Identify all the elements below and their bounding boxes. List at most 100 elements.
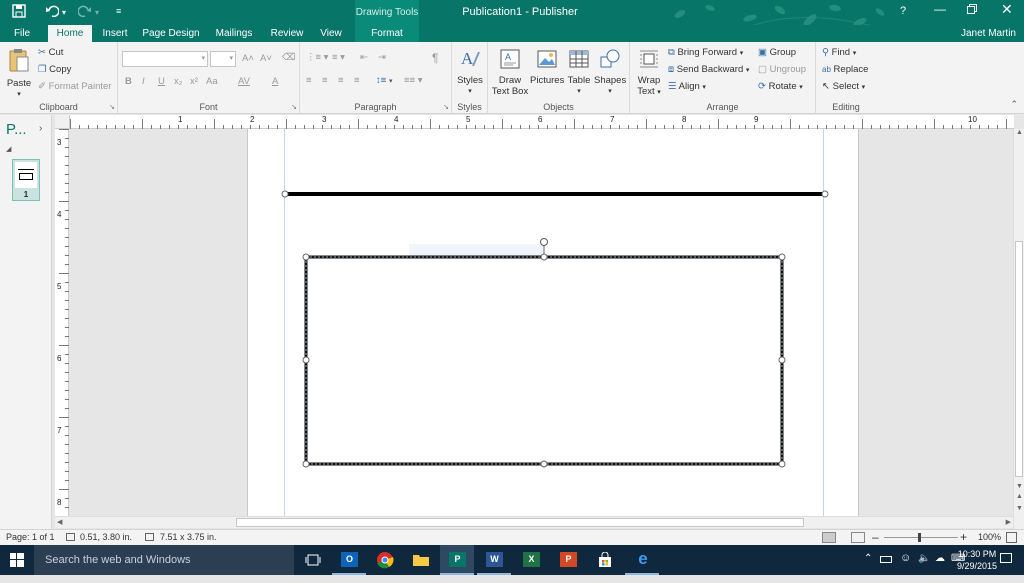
vertical-ruler[interactable]: 3 4 5 6 7 8: [55, 129, 69, 517]
onedrive-icon[interactable]: ☁: [935, 553, 945, 583]
chevron-down-icon[interactable]: ▾: [702, 84, 706, 91]
align-button[interactable]: ☰ Align ▾: [668, 81, 706, 92]
resize-handle-right[interactable]: [778, 356, 786, 364]
volume-icon[interactable]: 🔈: [918, 553, 930, 583]
line-handle-start[interactable]: [281, 190, 289, 198]
page-thumbnail[interactable]: 1: [12, 159, 40, 201]
draw-text-box-button[interactable]: A Draw Text Box: [491, 48, 529, 97]
start-button[interactable]: [0, 545, 34, 575]
resize-handle-bottom-left[interactable]: [302, 460, 310, 468]
horizontal-ruler[interactable]: 1 2 3 4 5 6 7 8 9 10: [70, 115, 1014, 129]
taskbar-app-powerpoint[interactable]: P: [551, 545, 585, 575]
wrap-text-button[interactable]: Wrap Text ▾: [634, 48, 664, 98]
show-hidden-icons-icon[interactable]: ⌃: [864, 553, 872, 583]
next-page-icon[interactable]: ▼: [1016, 505, 1023, 512]
rotation-handle[interactable]: [540, 238, 548, 246]
taskbar-app-store[interactable]: [588, 545, 622, 575]
resize-handle-bottom[interactable]: [540, 460, 548, 468]
user-name[interactable]: Janet Martin: [961, 28, 1016, 39]
send-backward-button[interactable]: ⧈ Send Backward ▾: [668, 64, 749, 75]
collapse-ribbon-icon[interactable]: ⌃: [1010, 99, 1018, 110]
tab-page-design[interactable]: Page Design: [142, 25, 200, 42]
table-dropdown-icon[interactable]: ▾: [565, 86, 593, 97]
zoom-slider[interactable]: [884, 533, 958, 542]
zoom-out-button[interactable]: –: [872, 530, 879, 544]
tab-view[interactable]: View: [315, 25, 347, 42]
resize-handle-bottom-right[interactable]: [778, 460, 786, 468]
task-view-button[interactable]: [296, 545, 330, 575]
minimize-button[interactable]: —: [934, 2, 946, 16]
replace-button[interactable]: ab Replace: [822, 64, 868, 75]
undo-dropdown-icon[interactable]: ▾: [62, 8, 66, 17]
vertical-scrollbar[interactable]: ▲ ▼ ▲ ▼: [1013, 129, 1024, 529]
tab-file[interactable]: File: [0, 25, 44, 42]
bring-forward-button[interactable]: ⧉ Bring Forward ▾: [668, 47, 743, 58]
styles-button[interactable]: A Styles ▾: [455, 48, 485, 97]
chevron-down-icon[interactable]: ▾: [853, 50, 857, 57]
scroll-up-icon[interactable]: ▲: [1016, 129, 1023, 136]
customize-quick-access-icon[interactable]: ≡: [116, 6, 121, 16]
tab-review[interactable]: Review: [267, 25, 307, 42]
previous-page-icon[interactable]: ▲: [1016, 493, 1023, 500]
shapes-dropdown-icon[interactable]: ▾: [594, 86, 626, 97]
two-page-view-icon[interactable]: [851, 532, 865, 543]
taskbar-app-chrome[interactable]: [368, 545, 402, 575]
collapse-section-icon[interactable]: ◢: [6, 145, 11, 153]
taskbar-app-word[interactable]: W: [477, 545, 511, 575]
shapes-button[interactable]: Shapes ▾: [594, 48, 626, 97]
tab-format[interactable]: Format: [355, 25, 419, 42]
table-button[interactable]: Table ▾: [565, 48, 593, 97]
restore-button[interactable]: [967, 3, 977, 17]
pictures-button[interactable]: Pictures: [530, 48, 564, 86]
tab-mailings[interactable]: Mailings: [211, 25, 257, 42]
line-spacing-button[interactable]: ↕≡ ▾: [376, 75, 392, 86]
line-handle-end[interactable]: [821, 190, 829, 198]
paste-button[interactable]: Paste ▾: [5, 47, 33, 100]
taskbar-search-box[interactable]: Search the web and Windows: [34, 545, 294, 575]
wrap-text-dropdown-icon[interactable]: ▾: [657, 89, 661, 96]
page-indicator[interactable]: Page: 1 of 1: [6, 532, 55, 542]
select-button[interactable]: ↖ Select ▾: [822, 81, 865, 92]
zoom-level[interactable]: 100%: [978, 532, 1001, 542]
styles-dropdown-icon[interactable]: ▾: [455, 86, 485, 97]
battery-icon[interactable]: [880, 556, 892, 563]
horizontal-scroll-thumb[interactable]: [236, 518, 804, 527]
tab-home[interactable]: Home: [48, 25, 92, 42]
rectangle-shape[interactable]: [302, 238, 786, 468]
clipboard-launcher-icon[interactable]: ↘: [109, 103, 115, 111]
taskbar-app-file-explorer[interactable]: [404, 545, 438, 575]
cut-button[interactable]: ✂ Cut: [38, 47, 63, 58]
scroll-down-icon[interactable]: ▼: [1016, 483, 1023, 490]
taskbar-app-excel[interactable]: X: [514, 545, 548, 575]
paste-dropdown-icon[interactable]: ▾: [5, 89, 33, 100]
resize-handle-top-left[interactable]: [302, 253, 310, 261]
action-center-icon[interactable]: [1000, 553, 1012, 563]
rotate-button[interactable]: ⟳ Rotate ▾: [758, 81, 803, 92]
chevron-down-icon[interactable]: ▾: [746, 67, 750, 74]
zoom-slider-thumb[interactable]: [918, 533, 921, 542]
find-button[interactable]: ⚲ Find ▾: [822, 47, 856, 58]
taskbar-app-edge[interactable]: e: [625, 545, 659, 575]
zoom-in-button[interactable]: +: [960, 530, 967, 544]
chevron-down-icon[interactable]: ▾: [740, 50, 744, 57]
taskbar-app-outlook[interactable]: O: [332, 545, 366, 575]
fit-page-icon[interactable]: [1006, 532, 1017, 543]
chevron-down-icon[interactable]: ▾: [862, 84, 866, 91]
ruler-corner[interactable]: [55, 115, 70, 129]
resize-handle-top[interactable]: [540, 253, 548, 261]
close-button[interactable]: ✕: [1001, 1, 1013, 18]
horizontal-scrollbar[interactable]: ◀ ▶: [55, 516, 1013, 528]
help-button[interactable]: ?: [900, 5, 906, 17]
scroll-right-icon[interactable]: ▶: [1006, 518, 1011, 526]
single-page-view-icon[interactable]: [822, 532, 836, 543]
taskbar-app-publisher[interactable]: P: [440, 545, 474, 575]
resize-handle-left[interactable]: [302, 356, 310, 364]
vertical-scroll-thumb[interactable]: [1015, 241, 1023, 477]
wifi-icon[interactable]: ☺: [900, 552, 911, 582]
scroll-left-icon[interactable]: ◀: [57, 518, 62, 526]
undo-icon[interactable]: [45, 4, 60, 21]
resize-handle-top-right[interactable]: [778, 253, 786, 261]
taskbar-clock[interactable]: 10:30 PM 9/29/2015: [957, 548, 997, 572]
expand-navpane-icon[interactable]: ›: [39, 123, 42, 134]
tab-insert[interactable]: Insert: [97, 25, 133, 42]
